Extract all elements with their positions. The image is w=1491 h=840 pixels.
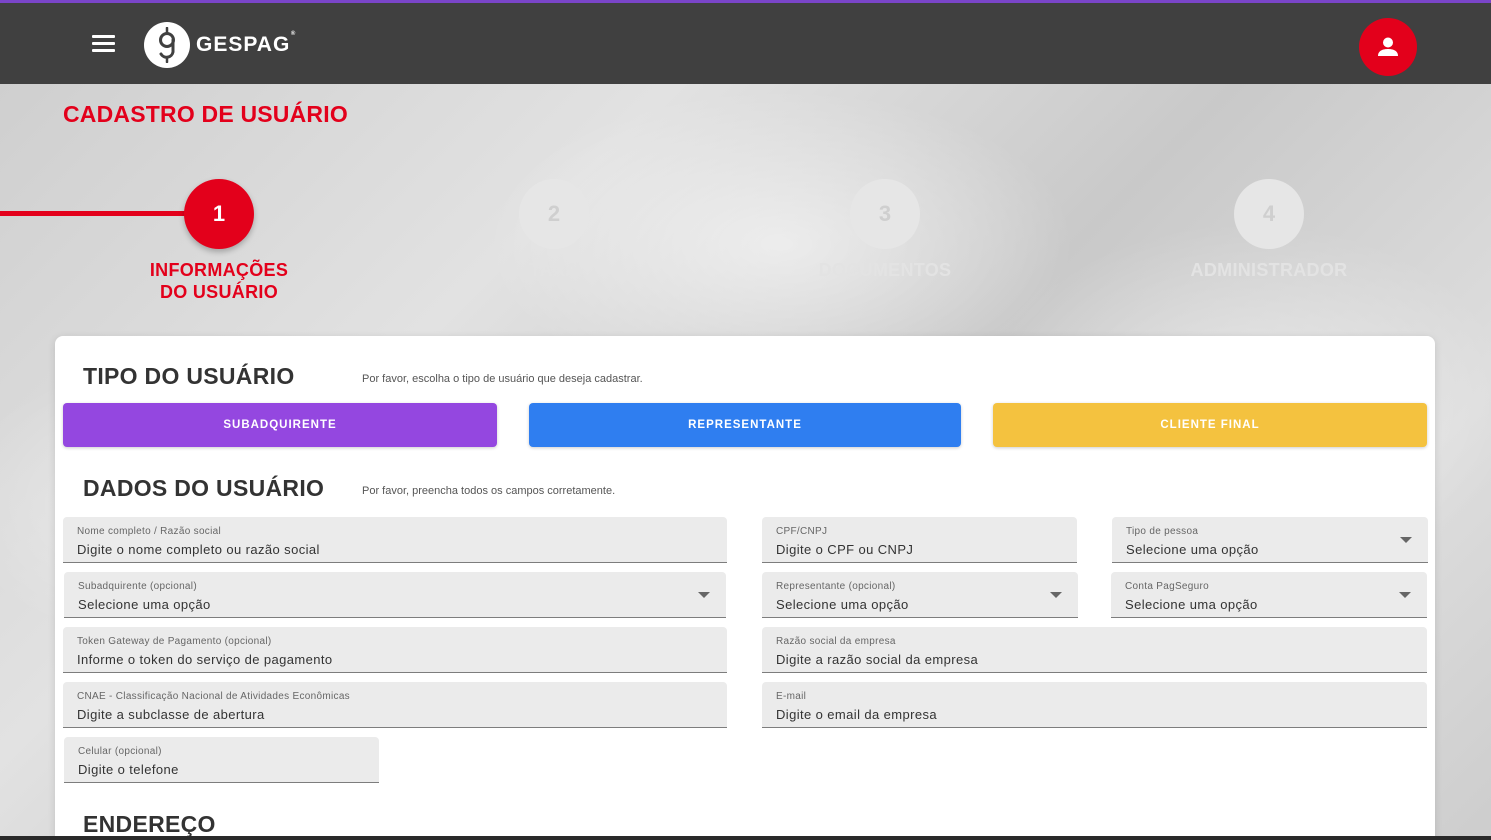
step-label: DOCUMENTOS <box>818 260 952 280</box>
dropdown-arrow-icon <box>1399 592 1411 598</box>
step-number: 3 <box>850 179 920 249</box>
email-field[interactable]: E-mail Digite o email da empresa <box>762 682 1427 728</box>
full-name-field[interactable]: Nome completo / Razão social Digite o no… <box>63 517 727 563</box>
phone-field[interactable]: Celular (opcional) Digite o telefone <box>64 737 379 783</box>
cliente-final-button[interactable]: CLIENTE FINAL <box>993 403 1427 447</box>
subadquirente-button[interactable]: SUBADQUIRENTE <box>63 403 497 447</box>
representante-select[interactable]: Representante (opcional) Selecione uma o… <box>762 572 1078 618</box>
subadquirente-select[interactable]: Subadquirente (opcional) Selecione uma o… <box>64 572 726 618</box>
gespag-logo[interactable]: GESPAG ® <box>144 21 297 69</box>
step-label: ADMINISTRADOR <box>1190 260 1348 280</box>
step-administrador[interactable]: 4 ADMINISTRADOR <box>1149 179 1389 281</box>
dropdown-arrow-icon <box>1400 537 1412 543</box>
user-type-hint: Por favor, escolha o tipo de usuário que… <box>362 373 643 385</box>
user-avatar-button[interactable] <box>1359 18 1417 76</box>
user-data-title: DADOS DO USUÁRIO <box>83 475 325 501</box>
token-field[interactable]: Token Gateway de Pagamento (opcional) In… <box>63 627 727 673</box>
page-title: CADASTRO DE USUÁRIO <box>63 101 348 127</box>
step-informacoes-usuario[interactable]: 1 INFORMAÇÕES DO USUÁRIO <box>119 179 319 303</box>
person-type-select[interactable]: Tipo de pessoa Selecione uma opção <box>1112 517 1428 563</box>
hamburger-menu-icon[interactable] <box>92 35 115 52</box>
step-documentos[interactable]: 3 DOCUMENTOS <box>765 179 1005 281</box>
company-name-field[interactable]: Razão social da empresa Digite a razão s… <box>762 627 1427 673</box>
step-number: 2 <box>519 179 589 249</box>
user-data-hint: Por favor, preencha todos os campos corr… <box>362 485 616 497</box>
dropdown-arrow-icon <box>698 592 710 598</box>
representante-button[interactable]: REPRESENTANTE <box>529 403 961 447</box>
step-label: INFORMAÇÕES DO USUÁRIO <box>149 260 289 302</box>
step-label: TAXA <box>529 260 579 280</box>
pagseguro-select[interactable]: Conta PagSeguro Selecione uma opção <box>1111 572 1427 618</box>
brand-name: GESPAG ® <box>196 31 297 56</box>
step-number: 4 <box>1234 179 1304 249</box>
dropdown-arrow-icon <box>1050 592 1062 598</box>
user-icon <box>1378 37 1398 56</box>
bottom-edge <box>0 836 1491 840</box>
address-title: ENDEREÇO <box>83 811 216 837</box>
step-number: 1 <box>184 179 254 249</box>
app-header: GESPAG ® <box>0 3 1491 84</box>
user-type-title: TIPO DO USUÁRIO <box>83 363 295 389</box>
cnae-field[interactable]: CNAE - Classificação Nacional de Ativida… <box>63 682 727 728</box>
step-taxa[interactable]: 2 TAXA <box>454 179 654 281</box>
cpf-cnpj-field[interactable]: CPF/CNPJ Digite o CPF ou CNPJ <box>762 517 1077 563</box>
logo-mark-icon <box>144 22 190 68</box>
